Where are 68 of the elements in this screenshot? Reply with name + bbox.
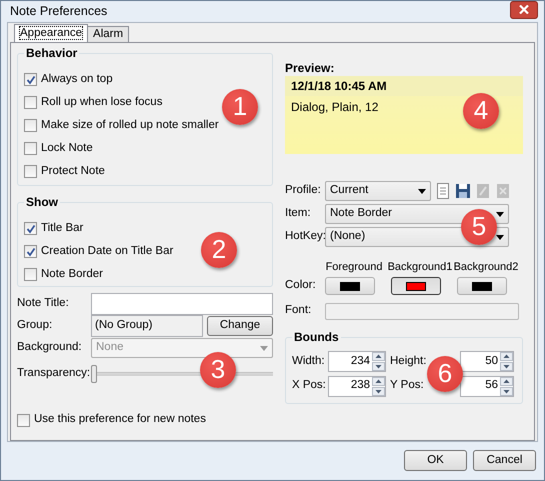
field-label: Color: (285, 279, 317, 294)
checkbox-label: Make size of rolled up note smaller (41, 118, 219, 133)
window-title: Note Preferences (10, 4, 108, 20)
checkbox[interactable] (17, 414, 30, 427)
caret-icon (260, 346, 268, 351)
spin-field[interactable]: 56 (460, 376, 514, 397)
checkbox-label: Always on top (41, 72, 113, 87)
background-dropdown: None (91, 338, 273, 358)
font-field[interactable] (325, 302, 519, 320)
close-icon (519, 5, 529, 14)
caret-icon (496, 234, 504, 240)
checkbox-label: Title Bar (41, 222, 84, 236)
color-button[interactable] (457, 277, 507, 296)
preview-label: Preview: (285, 61, 336, 76)
field-label: Y Pos: (390, 379, 425, 394)
checkbox[interactable] (24, 96, 37, 110)
document-icon[interactable] (435, 183, 451, 200)
spinner-arrows-icon[interactable] (372, 352, 385, 372)
slider-thumb[interactable] (91, 364, 97, 383)
field-label: Transparency: (17, 366, 91, 381)
spin-field[interactable]: 238 (328, 376, 386, 397)
field-label: Font: (285, 304, 312, 318)
spinner-arrows-icon[interactable] (500, 376, 513, 396)
checkbox-label: Note Border (41, 268, 104, 282)
spin-field[interactable]: 50 (460, 351, 514, 372)
close-button[interactable] (510, 0, 538, 19)
checkbox-label: Protect Note (41, 164, 105, 179)
spin-field[interactable]: 234 (328, 351, 386, 372)
column-label: Background1 (388, 260, 452, 273)
preview-date: 12/1/18 10:45 AM (291, 78, 387, 93)
profile-dropdown[interactable]: Current (325, 181, 431, 202)
field-label: X Pos: (292, 379, 327, 394)
checkbox-label: Lock Note (41, 142, 93, 156)
checkbox-label: Roll up when lose focus (41, 96, 162, 110)
color-button[interactable] (325, 277, 375, 296)
column-label: Background2 (454, 260, 518, 273)
tab[interactable]: Appearance (14, 24, 88, 42)
note-title-field[interactable] (91, 293, 273, 316)
checkbox[interactable] (24, 73, 37, 86)
checkbox[interactable] (24, 142, 37, 156)
field-label: Background: (17, 341, 83, 355)
color-button[interactable] (391, 277, 441, 296)
field-label: Width: (292, 354, 326, 369)
field-label: Note Title: (17, 297, 70, 312)
field-label: Height: (390, 354, 428, 369)
checkbox[interactable] (24, 245, 37, 258)
checkbox-label: Creation Date on Title Bar (41, 244, 174, 259)
checkbox[interactable] (24, 222, 37, 236)
checkbox[interactable] (24, 165, 37, 178)
column-label: Foreground (326, 260, 382, 273)
checkbox[interactable] (24, 268, 37, 282)
caret-icon (496, 212, 504, 217)
preview-text: Dialog, Plain, 12 (291, 100, 378, 114)
dialog-button[interactable]: OK (404, 450, 467, 472)
field-label: HotKey: (285, 230, 325, 244)
group-title: Bounds (292, 330, 341, 344)
change-button[interactable]: Change (207, 316, 273, 336)
dialog-button[interactable]: Cancel (473, 450, 536, 472)
field-label: Group: (17, 319, 54, 334)
checkbox[interactable] (24, 119, 37, 132)
field-label: Item: (285, 207, 312, 222)
spinner-arrows-icon[interactable] (500, 352, 513, 372)
tab[interactable]: Alarm (87, 26, 130, 42)
spinner-arrows-icon[interactable] (372, 376, 385, 396)
checkbox-label: Use this preference for new notes (34, 413, 206, 428)
field-label: Profile: (285, 184, 322, 198)
caret-icon (418, 188, 426, 194)
group-field: (No Group) (91, 315, 203, 338)
